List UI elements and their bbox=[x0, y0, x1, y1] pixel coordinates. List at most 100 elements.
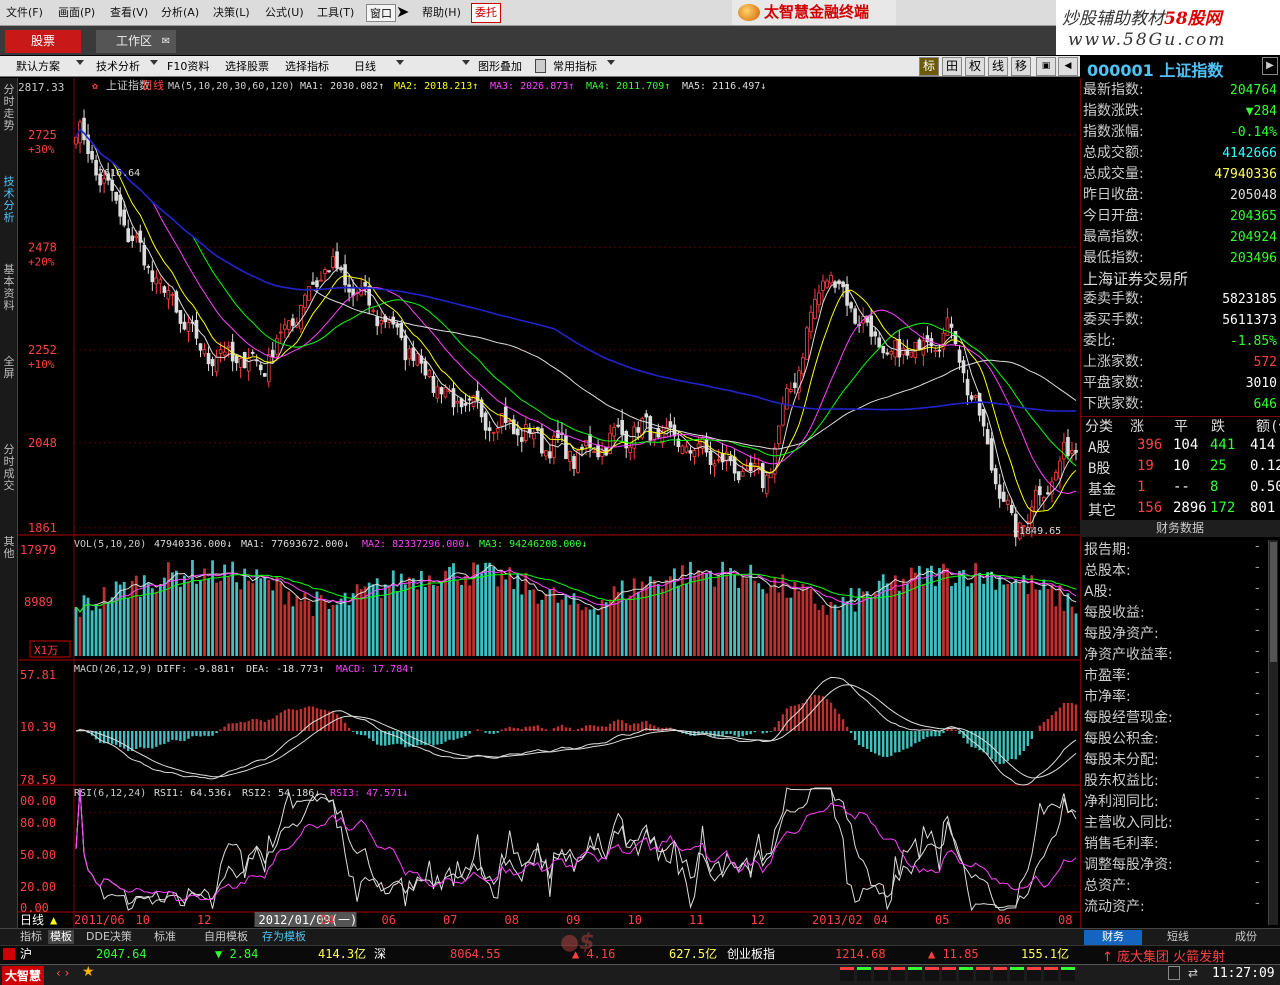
financial-scrollbar[interactable] bbox=[1268, 540, 1278, 925]
volume-bar bbox=[982, 583, 986, 656]
panel-toggle-icon[interactable]: ◀ bbox=[1058, 57, 1078, 76]
sector-indicator-icon[interactable] bbox=[1010, 967, 1024, 981]
sector-indicator-icon[interactable] bbox=[874, 967, 888, 981]
candle-body bbox=[917, 339, 922, 350]
volume-bar bbox=[460, 584, 463, 656]
tab-stock[interactable]: 股票 bbox=[5, 30, 81, 53]
financial-row-label: 每股经营现金: bbox=[1084, 710, 1173, 726]
financial-row-label: 市净率: bbox=[1084, 689, 1131, 705]
sector-indicator-icon[interactable] bbox=[1061, 967, 1075, 981]
move-button[interactable]: 移 bbox=[1011, 57, 1031, 76]
sector-indicator-icon[interactable] bbox=[891, 967, 905, 981]
settings-icon[interactable]: ✿ bbox=[92, 81, 98, 92]
tab-standard[interactable]: 标准 bbox=[154, 930, 176, 944]
sector-indicator-icon[interactable] bbox=[857, 967, 871, 981]
sector-indicator-icon[interactable] bbox=[840, 967, 854, 981]
close-icon[interactable]: ✉ bbox=[162, 30, 170, 53]
sector-indicator-icon[interactable] bbox=[976, 967, 990, 981]
chevron-down-icon[interactable] bbox=[76, 60, 84, 65]
tab-workspace[interactable]: 工作区 ✉ bbox=[96, 30, 176, 53]
vtab-other[interactable]: 其他 bbox=[1, 536, 17, 560]
tab-dde[interactable]: DDE决策 bbox=[86, 930, 132, 944]
grid-button[interactable]: 田 bbox=[942, 57, 962, 76]
order-button[interactable]: 委托 bbox=[471, 3, 501, 23]
sector-indicator-icon[interactable] bbox=[908, 967, 922, 981]
kline-chart[interactable]: 2817.33 ✿ 上证指数 日线 MA(5,10,20,30,60,120) … bbox=[18, 78, 1080, 928]
vtab-fundamentals[interactable]: 基本资料 bbox=[1, 264, 17, 312]
financial-row-value: - bbox=[1255, 539, 1260, 554]
cursor-icon: ➤ bbox=[396, 2, 410, 21]
overlay-button[interactable]: 图形叠加 bbox=[478, 58, 522, 75]
chart-area[interactable]: 2817.33 ✿ 上证指数 日线 MA(5,10,20,30,60,120) … bbox=[18, 78, 1080, 928]
chevron-down-icon[interactable] bbox=[396, 60, 404, 65]
vtab-fullscreen[interactable]: 全屏 bbox=[1, 356, 17, 380]
ticker-sz-label: 深 bbox=[374, 947, 387, 961]
collapse-panel-icon[interactable]: ▶ bbox=[1262, 57, 1278, 75]
volume-bar bbox=[1014, 579, 1018, 656]
f10-button[interactable]: F10资料 bbox=[167, 58, 209, 75]
volume-bar bbox=[580, 610, 584, 656]
vtab-intraday[interactable]: 分时走势 bbox=[1, 84, 17, 132]
candle-body bbox=[945, 317, 950, 336]
mark-button[interactable]: 标 bbox=[919, 57, 939, 76]
vtab-technical[interactable]: 技术分析 bbox=[1, 176, 17, 224]
scheme-dropdown[interactable]: 默认方案 bbox=[16, 58, 60, 75]
sector-indicator-icon[interactable] bbox=[1044, 967, 1058, 981]
candle-body bbox=[953, 331, 958, 345]
line-button[interactable]: 线 bbox=[988, 57, 1008, 76]
chevron-down-icon[interactable] bbox=[462, 60, 470, 65]
tab-components[interactable]: 成份 bbox=[1235, 930, 1257, 944]
sector-indicator-icon[interactable] bbox=[942, 967, 956, 981]
macd-header: MACD(26,12,9) bbox=[74, 664, 152, 675]
menu-tools[interactable]: 工具(T) bbox=[317, 4, 354, 22]
connection-icon[interactable]: ⇄ bbox=[1188, 966, 1198, 980]
technical-analysis-button[interactable]: 技术分析 bbox=[96, 58, 140, 75]
common-indicators-button[interactable]: 常用指标 bbox=[553, 58, 597, 75]
scroll-arrows-icon[interactable]: ‹ › bbox=[56, 966, 69, 980]
sector-indicator-icon[interactable] bbox=[925, 967, 939, 981]
menu-decision[interactable]: 决策(L) bbox=[213, 4, 250, 22]
sector-indicator-icon[interactable] bbox=[959, 967, 973, 981]
financial-row-label: 销售毛利率: bbox=[1084, 836, 1159, 852]
menu-window[interactable]: 窗口 bbox=[366, 4, 396, 22]
news-ticker[interactable]: ↑ 庞大集团 火箭发射 bbox=[1102, 946, 1225, 965]
rights-button[interactable]: 权 bbox=[965, 57, 985, 76]
volume-bar bbox=[765, 593, 769, 656]
volume-bar bbox=[195, 583, 198, 656]
volume-bar bbox=[1070, 606, 1074, 656]
play-icon[interactable]: ▲ bbox=[50, 913, 58, 927]
broadcast-icon[interactable] bbox=[1168, 966, 1180, 980]
tab-save-template[interactable]: 存为模板 bbox=[262, 930, 306, 944]
quote-label: 总成交额: bbox=[1083, 145, 1144, 161]
window-restore-icon[interactable]: ▣ bbox=[1036, 57, 1056, 76]
select-indicator-button[interactable]: 选择指标 bbox=[285, 58, 329, 75]
tab-custom-template[interactable]: 自用模板 bbox=[204, 930, 248, 944]
sector-indicator-icon[interactable] bbox=[1027, 967, 1041, 981]
menu-formula[interactable]: 公式(U) bbox=[265, 4, 304, 22]
volume-bar bbox=[837, 610, 841, 656]
tab-finance[interactable]: 财务 bbox=[1084, 930, 1142, 945]
chevron-down-icon[interactable] bbox=[607, 60, 615, 65]
volume-bar bbox=[379, 598, 383, 656]
rsi-tick-50: 50.00 bbox=[20, 848, 56, 862]
volume-bar bbox=[713, 586, 716, 656]
ma4-value: MA4: 2011.709↑ bbox=[586, 81, 670, 92]
ma1-value: MA1: 2030.082↑ bbox=[300, 81, 384, 92]
rsi-header: RSI(6,12,24) bbox=[74, 788, 146, 799]
menu-view-screen[interactable]: 画面(P) bbox=[58, 4, 95, 22]
candle-body bbox=[266, 354, 271, 383]
favorite-star-icon[interactable]: ★ bbox=[82, 964, 95, 980]
chevron-down-icon[interactable] bbox=[150, 60, 158, 65]
tab-indicator[interactable]: 指标 bbox=[20, 930, 42, 944]
sector-indicator-icon[interactable] bbox=[993, 967, 1007, 981]
tab-template[interactable]: 模板 bbox=[48, 930, 74, 944]
menu-view[interactable]: 查看(V) bbox=[110, 4, 148, 22]
lock-icon[interactable] bbox=[535, 59, 546, 73]
menu-file[interactable]: 文件(F) bbox=[6, 4, 43, 22]
select-stock-button[interactable]: 选择股票 bbox=[225, 58, 269, 75]
period-dropdown[interactable]: 日线 bbox=[354, 58, 376, 75]
menu-analysis[interactable]: 分析(A) bbox=[161, 4, 199, 22]
menu-help[interactable]: 帮助(H) bbox=[422, 4, 461, 22]
tab-short[interactable]: 短线 bbox=[1167, 930, 1189, 944]
vtab-ticks[interactable]: 分时成交 bbox=[1, 444, 17, 492]
